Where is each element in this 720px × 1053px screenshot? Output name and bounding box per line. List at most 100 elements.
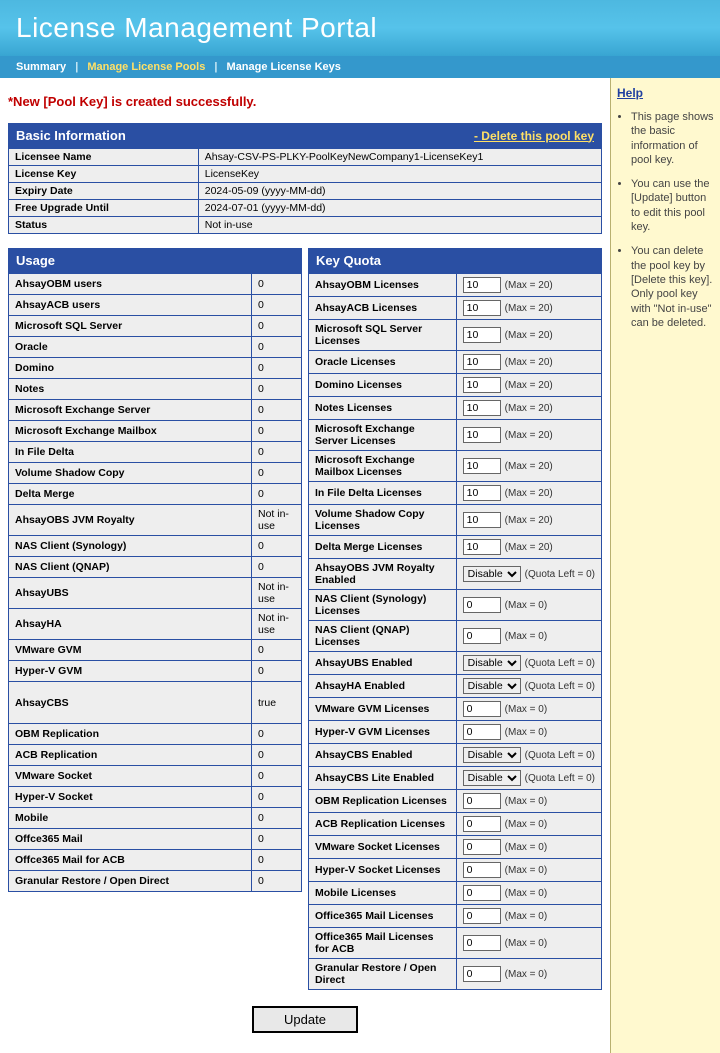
usage-row: Oracle0 xyxy=(9,337,302,358)
quota-cell: (Max = 0) xyxy=(456,813,601,836)
quota-hint: (Max = 20) xyxy=(505,461,553,472)
usage-row: Hyper-V Socket0 xyxy=(9,787,302,808)
quota-hint: (Max = 0) xyxy=(505,888,548,899)
quota-input[interactable] xyxy=(463,724,501,740)
quota-cell: (Max = 20) xyxy=(456,420,601,451)
main-content: *New [Pool Key] is created successfully.… xyxy=(0,78,610,1053)
quota-input[interactable] xyxy=(463,300,501,316)
quota-input[interactable] xyxy=(463,327,501,343)
quota-select[interactable]: Disable xyxy=(463,655,521,671)
quota-cell: (Max = 0) xyxy=(456,882,601,905)
quota-select[interactable]: Disable xyxy=(463,747,521,763)
quota-input[interactable] xyxy=(463,862,501,878)
basic-info-value: LicenseKey xyxy=(198,166,601,183)
quota-row: Mobile Licenses(Max = 0) xyxy=(309,882,602,905)
usage-value: 0 xyxy=(252,400,302,421)
usage-value: 0 xyxy=(252,787,302,808)
usage-label: Microsoft SQL Server xyxy=(9,316,252,337)
quota-input[interactable] xyxy=(463,539,501,555)
nav-summary[interactable]: Summary xyxy=(16,61,66,73)
quota-hint: (Max = 20) xyxy=(505,357,553,368)
basic-info-row: Free Upgrade Until2024-07-01 (yyyy-MM-dd… xyxy=(9,200,602,217)
quota-label: Oracle Licenses xyxy=(309,351,457,374)
usage-label: ACB Replication xyxy=(9,745,252,766)
basic-info-value: Not in-use xyxy=(198,217,601,234)
quota-input[interactable] xyxy=(463,816,501,832)
quota-select[interactable]: Disable xyxy=(463,566,521,582)
quota-row: AhsayACB Licenses(Max = 20) xyxy=(309,297,602,320)
quota-input[interactable] xyxy=(463,885,501,901)
quota-input[interactable] xyxy=(463,793,501,809)
quota-input[interactable] xyxy=(463,935,501,951)
nav-pools[interactable]: Manage License Pools xyxy=(87,61,205,73)
quota-input[interactable] xyxy=(463,628,501,644)
quota-cell: Disable (Quota Left = 0) xyxy=(456,559,601,590)
quota-row: AhsayUBS EnabledDisable(Quota Left = 0) xyxy=(309,652,602,675)
quota-input[interactable] xyxy=(463,377,501,393)
quota-label: OBM Replication Licenses xyxy=(309,790,457,813)
quota-row: Microsoft Exchange Server Licenses(Max =… xyxy=(309,420,602,451)
quota-hint: (Max = 0) xyxy=(505,911,548,922)
update-button[interactable]: Update xyxy=(252,1006,358,1033)
usage-value: 0 xyxy=(252,337,302,358)
quota-row: In File Delta Licenses(Max = 20) xyxy=(309,482,602,505)
usage-value: Not in-use xyxy=(252,505,302,536)
quota-input[interactable] xyxy=(463,354,501,370)
quota-row: AhsayCBS EnabledDisable(Quota Left = 0) xyxy=(309,744,602,767)
quota-hint: (Quota Left = 0) xyxy=(525,773,595,784)
help-heading: Help xyxy=(617,86,714,100)
quota-label: Notes Licenses xyxy=(309,397,457,420)
quota-input[interactable] xyxy=(463,839,501,855)
quota-hint: (Max = 0) xyxy=(505,727,548,738)
quota-row: VMware GVM Licenses(Max = 0) xyxy=(309,698,602,721)
quota-cell: (Max = 20) xyxy=(456,536,601,559)
quota-input[interactable] xyxy=(463,427,501,443)
usage-label: Volume Shadow Copy xyxy=(9,463,252,484)
quota-input[interactable] xyxy=(463,400,501,416)
quota-input[interactable] xyxy=(463,597,501,613)
quota-input[interactable] xyxy=(463,512,501,528)
quota-row: OBM Replication Licenses (Max = 0) xyxy=(309,790,602,813)
quota-input[interactable] xyxy=(463,701,501,717)
quota-hint: (Max = 0) xyxy=(505,796,548,807)
quota-select[interactable]: Disable xyxy=(463,678,521,694)
usage-row: AhsayACB users0 xyxy=(9,295,302,316)
usage-row: Offce365 Mail for ACB0 xyxy=(9,850,302,871)
usage-row: OBM Replication0 xyxy=(9,724,302,745)
quota-input[interactable] xyxy=(463,966,501,982)
help-item: You can delete the pool key by [Delete t… xyxy=(631,244,714,330)
help-panel: Help This page shows the basic informati… xyxy=(610,78,720,1053)
usage-label: Oracle xyxy=(9,337,252,358)
quota-input[interactable] xyxy=(463,485,501,501)
usage-value: 0 xyxy=(252,316,302,337)
quota-input[interactable] xyxy=(463,458,501,474)
nav-keys[interactable]: Manage License Keys xyxy=(227,61,341,73)
quota-cell: (Max = 20) xyxy=(456,374,601,397)
quota-select[interactable]: Disable xyxy=(463,770,521,786)
quota-hint: (Quota Left = 0) xyxy=(525,569,595,580)
quota-cell: (Max = 0) xyxy=(456,698,601,721)
usage-label: VMware Socket xyxy=(9,766,252,787)
quota-row: Volume Shadow Copy Licenses(Max = 20) xyxy=(309,505,602,536)
usage-value: Not in-use xyxy=(252,609,302,640)
usage-label: Domino xyxy=(9,358,252,379)
quota-input[interactable] xyxy=(463,277,501,293)
usage-label: Granular Restore / Open Direct xyxy=(9,871,252,892)
quota-cell: (Max = 20) xyxy=(456,451,601,482)
quota-label: AhsayACB Licenses xyxy=(309,297,457,320)
usage-value: 0 xyxy=(252,484,302,505)
quota-input[interactable] xyxy=(463,908,501,924)
quota-hint: (Max = 20) xyxy=(505,280,553,291)
quota-cell: (Max = 0) xyxy=(456,621,601,652)
delete-pool-key-link[interactable]: - Delete this pool key xyxy=(474,129,594,143)
usage-row: AhsayHANot in-use xyxy=(9,609,302,640)
quota-row: Microsoft Exchange Mailbox Licenses(Max … xyxy=(309,451,602,482)
usage-row: NAS Client (Synology)0 xyxy=(9,536,302,557)
quota-label: ACB Replication Licenses xyxy=(309,813,457,836)
quota-cell: (Max = 0) xyxy=(456,905,601,928)
quota-label: Office365 Mail Licenses xyxy=(309,905,457,928)
usage-row: NAS Client (QNAP)0 xyxy=(9,557,302,578)
usage-value: true xyxy=(252,682,302,724)
quota-row: Granular Restore / Open Direct(Max = 0) xyxy=(309,959,602,990)
nav-sep: | xyxy=(75,61,78,73)
